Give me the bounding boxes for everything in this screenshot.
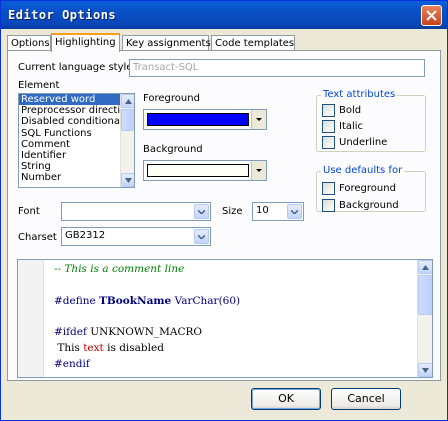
ifdef-keyword: #ifdef — [54, 326, 87, 339]
scroll-up-button[interactable] — [121, 94, 134, 108]
define-name: TBookName — [99, 294, 172, 307]
default-foreground-label: Foreground — [339, 183, 396, 194]
foreground-dropdown-button[interactable] — [251, 110, 266, 129]
chevron-down-icon — [198, 210, 205, 214]
underline-label: Underline — [339, 137, 388, 148]
code-line: #define TBookName VarChar(60) — [54, 294, 240, 310]
ifdef-name: UNKNOWN_MACRO — [90, 326, 203, 339]
list-item[interactable]: String — [19, 161, 134, 172]
tab-options[interactable]: Options — [7, 35, 51, 51]
editor-gutter — [18, 260, 44, 377]
italic-label: Italic — [339, 121, 364, 132]
size-select[interactable]: 10 — [252, 202, 304, 221]
code-preview[interactable]: -- This is a comment line #define TBookN… — [17, 259, 433, 378]
font-dropdown-button[interactable] — [194, 204, 209, 219]
scroll-thumb[interactable] — [418, 275, 432, 315]
arrow-down-icon — [422, 368, 429, 373]
arrow-down-icon — [125, 178, 132, 183]
checkbox-box[interactable] — [322, 182, 335, 195]
language-style-field: Transact-SQL — [129, 59, 425, 77]
code-line: This text is disabled — [54, 341, 240, 357]
charset-label: Charset — [18, 232, 57, 243]
cancel-button[interactable]: Cancel — [331, 388, 401, 410]
highlighting-panel: Current language style Transact-SQL Elem… — [7, 50, 441, 381]
define-type: VarChar — [174, 294, 219, 307]
charset-dropdown-button[interactable] — [194, 229, 209, 244]
editor-options-dialog: Editor Options Options Highlighting Key … — [0, 0, 448, 421]
list-item[interactable]: Preprocessor directive — [19, 105, 134, 116]
code-line: #endif — [54, 357, 240, 373]
close-button[interactable] — [421, 5, 442, 26]
list-item[interactable]: Comment — [19, 139, 134, 150]
background-color-picker[interactable] — [143, 160, 267, 181]
element-list[interactable]: Reserved word Preprocessor directive Dis… — [18, 93, 135, 188]
charset-value: GB2312 — [65, 230, 106, 241]
list-item[interactable]: Reserved word — [19, 94, 134, 106]
code-line: -- This is a comment line — [54, 262, 240, 278]
text-attributes-group: Text attributes Bold Italic Underline — [316, 89, 426, 152]
scroll-down-button[interactable] — [418, 363, 432, 377]
window-title: Editor Options — [8, 8, 117, 22]
scroll-up-button[interactable] — [418, 260, 432, 274]
list-item[interactable]: Disabled conditional — [19, 116, 134, 127]
list-item[interactable]: Identifier — [19, 150, 134, 161]
size-dropdown-button[interactable] — [287, 204, 302, 219]
charset-select[interactable]: GB2312 — [61, 227, 211, 246]
disabled-text-b: text — [83, 341, 104, 354]
font-select[interactable] — [61, 202, 211, 221]
code-lines: -- This is a comment line #define TBookN… — [54, 262, 240, 373]
use-defaults-title: Use defaults for — [321, 165, 405, 176]
code-line: #ifdef UNKNOWN_MACRO — [54, 325, 240, 341]
disabled-text-c: is disabled — [103, 341, 164, 354]
title-bar[interactable]: Editor Options — [1, 1, 447, 29]
use-defaults-group: Use defaults for Foreground Background — [316, 165, 426, 212]
background-label: Background — [143, 144, 203, 155]
default-background-label: Background — [339, 200, 399, 211]
scroll-down-button[interactable] — [121, 173, 134, 187]
bold-label: Bold — [339, 105, 362, 116]
list-item[interactable]: SQL Functions — [19, 128, 134, 139]
foreground-color-picker[interactable] — [143, 109, 267, 130]
text-attributes-title: Text attributes — [321, 89, 398, 100]
checkbox-box[interactable] — [322, 104, 335, 117]
tab-code-templates[interactable]: Code templates — [211, 35, 295, 51]
close-icon — [426, 10, 437, 21]
background-dropdown-button[interactable] — [251, 161, 266, 180]
checkbox-box[interactable] — [322, 199, 335, 212]
define-number: (60) — [218, 294, 241, 307]
disabled-text-a: This — [54, 341, 84, 354]
size-value: 10 — [256, 205, 269, 216]
checkbox-box[interactable] — [322, 120, 335, 133]
foreground-swatch — [147, 113, 249, 126]
code-preview-scrollbar[interactable] — [417, 260, 432, 377]
tab-key-assignments[interactable]: Key assignments — [122, 35, 211, 51]
list-item[interactable]: Number — [19, 172, 134, 183]
element-label: Element — [18, 80, 60, 91]
chevron-down-icon — [256, 118, 262, 121]
scroll-thumb[interactable] — [121, 109, 134, 131]
chevron-down-icon — [291, 210, 298, 214]
ok-button[interactable]: OK — [251, 388, 321, 410]
background-swatch — [147, 164, 249, 177]
chevron-down-icon — [198, 235, 205, 239]
foreground-label: Foreground — [143, 93, 200, 104]
define-keyword: #define — [54, 294, 96, 307]
arrow-up-icon — [125, 99, 132, 104]
element-list-scrollbar[interactable] — [120, 94, 134, 187]
tab-highlighting[interactable]: Highlighting — [51, 33, 120, 52]
checkbox-box[interactable] — [322, 136, 335, 149]
language-style-label: Current language style — [18, 62, 133, 73]
font-label: Font — [18, 206, 40, 217]
size-label: Size — [222, 206, 243, 217]
chevron-down-icon — [256, 169, 262, 172]
arrow-up-icon — [422, 265, 429, 270]
comment-text: -- This is a comment line — [54, 263, 185, 275]
endif-keyword: #endif — [54, 357, 90, 370]
